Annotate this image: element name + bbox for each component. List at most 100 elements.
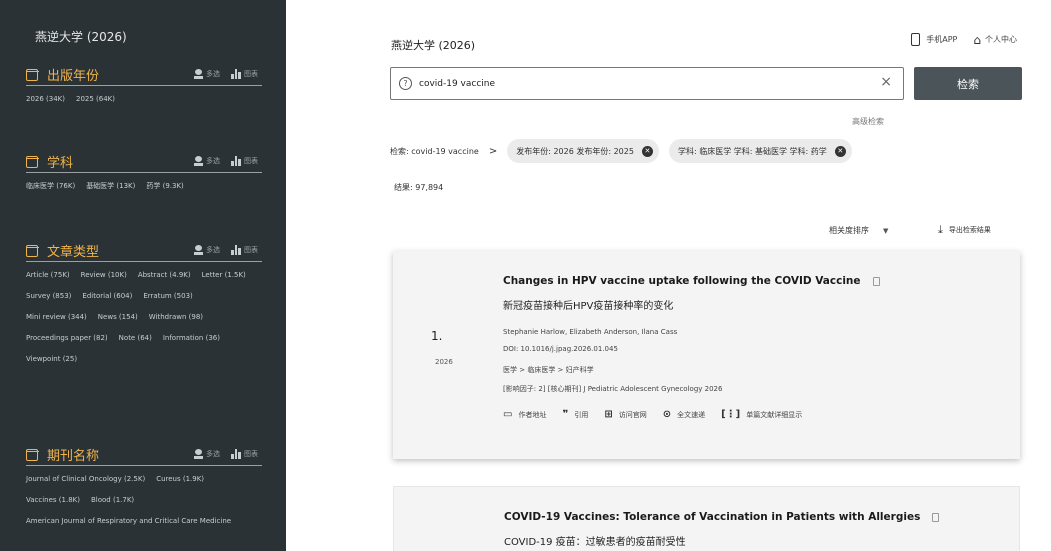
article-title-en: COVID-19 Vaccines: Tolerance of Vaccinat… bbox=[504, 511, 921, 523]
facet-item[interactable]: Proceedings paper (82) bbox=[26, 333, 108, 343]
user-icon bbox=[194, 156, 203, 166]
facet-tools: 多选 图表 bbox=[194, 449, 258, 459]
page-title: 燕逆大学 (2026) bbox=[391, 39, 476, 52]
external-link-icon: ⊞ bbox=[604, 409, 613, 420]
facet-item[interactable]: Cureus (1.9K) bbox=[156, 474, 204, 484]
chart-button[interactable]: 图表 bbox=[244, 449, 258, 459]
copy-icon[interactable] bbox=[932, 512, 940, 522]
facet-label: 学科 bbox=[47, 156, 74, 171]
chart-button[interactable]: 图表 bbox=[244, 69, 258, 79]
facet-header[interactable]: 出版年份 多选 图表 bbox=[25, 64, 262, 86]
facet-item[interactable]: Mini review (344) bbox=[26, 312, 87, 322]
advanced-search-link[interactable]: 高级检索 bbox=[852, 116, 884, 127]
facet-items: Journal of Clinical Oncology (2.5K) Cure… bbox=[26, 474, 262, 537]
user-icon bbox=[194, 69, 203, 79]
full-text-delivery-button[interactable]: ⊙ 全文速递 bbox=[663, 410, 705, 420]
filter-chip-subject: 学科: 临床医学 学科: 基础医学 学科: 药学 ✕ bbox=[668, 139, 852, 163]
profile-link[interactable]: 个人中心 bbox=[985, 34, 1017, 45]
facet-item[interactable]: American Journal of Respiratory and Crit… bbox=[26, 516, 231, 526]
top-links: 手机APP ⌂ 个人中心 bbox=[911, 33, 1017, 46]
facet-item[interactable]: Survey (853) bbox=[26, 291, 71, 301]
facet-item[interactable]: 药学 (9.3K) bbox=[146, 181, 183, 191]
facet-item[interactable]: Review (10K) bbox=[81, 270, 127, 280]
bar-chart-icon bbox=[231, 245, 241, 255]
multi-select-button[interactable]: 多选 bbox=[206, 156, 220, 166]
facet-item[interactable]: Article (75K) bbox=[26, 270, 70, 280]
sort-dropdown[interactable]: 相关度排序 ▼ bbox=[829, 225, 888, 236]
calendar-icon bbox=[25, 68, 39, 81]
facet-header[interactable]: 文章类型 多选 图表 bbox=[25, 240, 262, 262]
detail-view-button[interactable]: [⋮] 单篇文献详细显示 bbox=[721, 410, 802, 420]
facet-tools: 多选 图表 bbox=[194, 69, 258, 79]
clear-icon[interactable]: × bbox=[880, 75, 892, 89]
facet-header[interactable]: 期刊名称 多选 图表 bbox=[25, 444, 262, 466]
result-body: Changes in HPV vaccine uptake following … bbox=[503, 275, 1010, 420]
cite-button[interactable]: ❞ 引用 bbox=[562, 410, 588, 420]
sort-label: 相关度排序 bbox=[829, 226, 869, 235]
author-address-button[interactable]: ▭ 作者地址 bbox=[503, 410, 546, 420]
facet-item[interactable]: Blood (1.7K) bbox=[91, 495, 134, 505]
visit-website-button[interactable]: ⊞ 访问官网 bbox=[604, 410, 646, 420]
facet-item[interactable]: Editorial (604) bbox=[82, 291, 132, 301]
result-rank: 1. bbox=[431, 329, 443, 343]
article-authors: Stephanie Harlow, Elizabeth Anderson, Il… bbox=[503, 328, 678, 336]
remove-filter-icon[interactable]: ✕ bbox=[834, 145, 846, 157]
user-icon bbox=[194, 245, 203, 255]
facet-items: 2026 (34K) 2025 (64K) bbox=[26, 94, 262, 115]
facet-item[interactable]: Vaccines (1.8K) bbox=[26, 495, 80, 505]
facet-label: 文章类型 bbox=[47, 245, 100, 260]
article-metrics: [影响因子: 2] [核心期刊] J Pediatric Adolescent … bbox=[503, 385, 723, 393]
multi-select-button[interactable]: 多选 bbox=[206, 245, 220, 255]
facet-item[interactable]: Withdrawn (98) bbox=[149, 312, 203, 322]
copy-icon[interactable] bbox=[872, 276, 880, 286]
facet-item[interactable]: 2025 (64K) bbox=[76, 94, 115, 104]
action-label: 作者地址 bbox=[518, 411, 547, 419]
article-title-link[interactable]: COVID-19 Vaccines: Tolerance of Vaccinat… bbox=[504, 511, 1009, 523]
bar-chart-icon bbox=[231, 69, 241, 79]
facet-item[interactable]: Erratum (503) bbox=[143, 291, 192, 301]
facet-subject: 学科 多选 图表 临床医学 (76K) 基础医学 (13K) 药学 (9.3K) bbox=[25, 151, 262, 202]
facet-item[interactable]: Information (36) bbox=[163, 333, 220, 343]
mobile-app-link[interactable]: 手机APP bbox=[926, 34, 957, 45]
help-icon[interactable]: ? bbox=[399, 77, 412, 90]
facet-label: 期刊名称 bbox=[47, 449, 100, 464]
facet-item[interactable]: 基础医学 (13K) bbox=[86, 181, 135, 191]
search-button[interactable]: 检索 bbox=[914, 67, 1022, 100]
facet-header[interactable]: 学科 多选 图表 bbox=[25, 151, 262, 173]
facet-item[interactable]: Abstract (4.9K) bbox=[138, 270, 191, 280]
calendar-icon bbox=[25, 448, 39, 461]
facet-item[interactable]: 临床医学 (76K) bbox=[26, 181, 75, 191]
facet-item[interactable]: 2026 (34K) bbox=[26, 94, 65, 104]
sidebar-title: 燕逆大学 (2026) bbox=[35, 30, 127, 44]
active-filters: 检索: covid-19 vaccine > 发布年份: 2026 发布年份: … bbox=[390, 139, 862, 163]
quote-icon: ❞ bbox=[562, 409, 569, 420]
remove-filter-icon[interactable]: ✕ bbox=[641, 145, 653, 157]
action-label: 单篇文献详细显示 bbox=[746, 411, 803, 419]
chart-button[interactable]: 图表 bbox=[244, 245, 258, 255]
multi-select-button[interactable]: 多选 bbox=[206, 449, 220, 459]
article-title-zh[interactable]: COVID-19 疫苗：过敏患者的疫苗耐受性 bbox=[504, 533, 1009, 548]
result-year: 2026 bbox=[435, 358, 453, 366]
facet-items: Article (75K) Review (10K) Abstract (4.9… bbox=[26, 270, 262, 375]
article-title-zh[interactable]: 新冠疫苗接种后HPV疫苗接种率的变化 bbox=[503, 297, 1010, 312]
brackets-icon: [⋮] bbox=[721, 409, 741, 420]
filter-chip-label: 学科: 临床医学 学科: 基础医学 学科: 药学 bbox=[677, 146, 827, 156]
facet-items: 临床医学 (76K) 基础医学 (13K) 药学 (9.3K) bbox=[26, 181, 262, 202]
action-label: 访问官网 bbox=[618, 411, 647, 419]
facet-label: 出版年份 bbox=[47, 69, 100, 84]
folder-icon: ▭ bbox=[503, 409, 513, 420]
facet-item[interactable]: Note (64) bbox=[119, 333, 152, 343]
article-title-link[interactable]: Changes in HPV vaccine uptake following … bbox=[503, 275, 1010, 287]
facet-publication-year: 出版年份 多选 图表 2026 (34K) 2025 (64K) bbox=[25, 64, 262, 115]
facet-item[interactable]: Letter (1.5K) bbox=[202, 270, 246, 280]
action-label: 引用 bbox=[574, 411, 589, 419]
facet-item[interactable]: Journal of Clinical Oncology (2.5K) bbox=[26, 474, 145, 484]
facet-item[interactable]: News (154) bbox=[98, 312, 138, 322]
search-input[interactable]: ? covid-19 vaccine × bbox=[390, 67, 904, 100]
export-button[interactable]: ⤓ 导出检索结果 bbox=[938, 224, 991, 235]
chart-button[interactable]: 图表 bbox=[244, 156, 258, 166]
facet-item[interactable]: Viewpoint (25) bbox=[26, 354, 77, 364]
multi-select-button[interactable]: 多选 bbox=[206, 69, 220, 79]
home-icon: ⌂ bbox=[973, 32, 981, 47]
query-label: 检索: covid-19 vaccine bbox=[390, 146, 479, 156]
